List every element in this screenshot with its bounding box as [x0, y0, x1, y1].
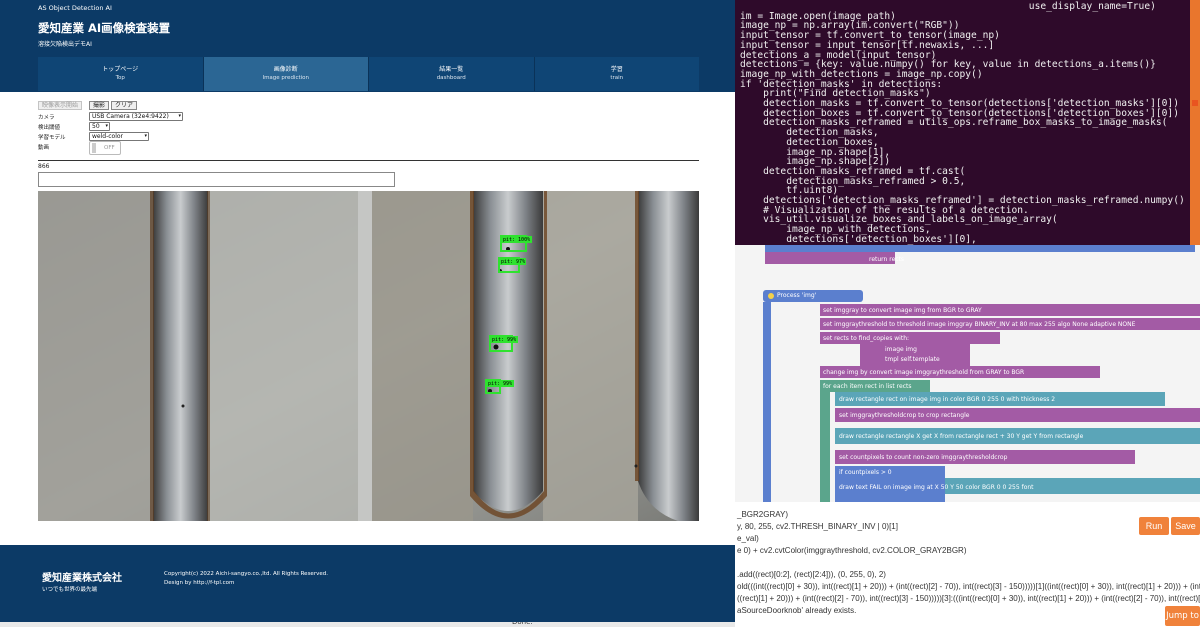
nav-tab-label: 結果一覧: [439, 66, 464, 73]
toggle-state: OFF: [104, 145, 115, 151]
blockly-row-label: tmpl self.template: [885, 356, 940, 363]
nav-tab-image-prediction[interactable]: 画像診断 Image prediction: [203, 57, 369, 91]
nav-tab-top[interactable]: トップページ Top: [38, 57, 204, 91]
model-label: 学習モデル: [38, 135, 66, 141]
threshold-select[interactable]: 50 ▾: [89, 122, 110, 131]
blockly-row-label: change img by convert image imggraythres…: [823, 369, 1025, 376]
console-line: e 0) + cv2.cvtColor(imggraythreshold, cv…: [737, 546, 967, 555]
browser-window: AS Object Detection AI 愛知産業 AI画像検査装置 溶接欠…: [0, 0, 735, 622]
console-line: e_val): [737, 534, 759, 543]
blockly-block-process-body: [763, 302, 771, 502]
jump-to-button[interactable]: Jump to: [1165, 606, 1200, 626]
divider: [38, 160, 699, 161]
detection-label: pit: 99%: [488, 381, 513, 387]
terminal-code: use_display_name=True) im = Image.open(i…: [740, 1, 1185, 245]
result-count: 866: [38, 163, 50, 170]
blockly-row-label: draw rectangle rect on image img in colo…: [839, 396, 1056, 403]
console-line: .add((rect)[0:2], (rect)[2:4])), (0, 255…: [737, 570, 886, 579]
window-title: AS Object Detection AI: [38, 4, 112, 12]
blockly-row-label: for each item rect in list rects: [823, 383, 912, 390]
weld-image-svg: [38, 191, 699, 521]
blockly-row-label: set imggraythreshold to threshold image …: [823, 321, 1136, 328]
toggle-knob: [92, 143, 96, 153]
site-footer: 愛知産業株式会社 いつでも世界の最先端 Copyright(c) 2022 Ai…: [0, 545, 735, 622]
model-select-value: weld-color: [92, 133, 124, 140]
blockly-process-label: Process 'img': [777, 292, 817, 299]
output-console: _BGR2GRAY) y, 80, 255, cv2.THRESH_BINARY…: [735, 502, 1200, 627]
footer-copyright: Copyright(c) 2022 Aichi-sangyo.co.,ltd. …: [164, 570, 328, 588]
blockly-row-label: set imggraythresholdcrop to crop rectang…: [839, 412, 970, 419]
capture-button[interactable]: 撮影: [89, 101, 110, 110]
copyright-text: Copyright(c) 2022 Aichi-sangyo.co.,ltd. …: [164, 571, 328, 577]
blockly-row-label: draw text FAIL on image img at X 50 Y 50…: [839, 484, 1034, 491]
console-line: old(((int((rect)[0] + 30)), int((rect)[1…: [737, 582, 1200, 591]
video-label: 動画: [38, 145, 50, 151]
terminal-window[interactable]: use_display_name=True) im = Image.open(i…: [735, 0, 1200, 245]
design-credit[interactable]: Design by http://f-tpl.com: [164, 579, 328, 588]
inspection-image: pit: 100% pit: 97% pit: 99% pit: 99%: [38, 191, 699, 521]
blockly-row-label: image img: [885, 346, 917, 353]
result-textarea[interactable]: [38, 172, 395, 187]
site-header: AS Object Detection AI 愛知産業 AI画像検査装置 溶接欠…: [0, 0, 735, 92]
chevron-down-icon: ▾: [144, 133, 147, 139]
detection-label: pit: 99%: [492, 337, 517, 343]
blockly-row-label: set imggray to convert image img from BG…: [823, 307, 982, 314]
video-start-button[interactable]: 映像表示開始: [38, 101, 83, 110]
detection-label: pit: 97%: [501, 259, 526, 265]
run-button[interactable]: Run: [1139, 517, 1169, 535]
clear-button[interactable]: クリア: [111, 101, 138, 110]
nav-tab-label: トップページ: [102, 66, 139, 73]
launcher-strip: [1190, 0, 1200, 245]
ubuntu-icon: [1192, 100, 1198, 106]
blockly-row-label: draw rectangle rectangle X get X from re…: [839, 433, 1084, 440]
save-button[interactable]: Save: [1171, 517, 1200, 535]
nav-tab-label: 画像診断: [273, 66, 298, 73]
blockly-loop-body: [820, 392, 830, 502]
camera-select[interactable]: USB Camera (32e4:9422) ▾: [89, 112, 183, 121]
camera-label: カメラ: [38, 115, 55, 121]
main-nav: トップページ Top 画像診断 Image prediction 結果一覧 da…: [38, 57, 699, 91]
video-toggle[interactable]: OFF: [89, 141, 121, 155]
blockly-row-label: if countpixels > 0: [839, 469, 892, 476]
nav-tab-sub: Top: [115, 75, 125, 81]
page-title: 愛知産業 AI画像検査装置: [38, 21, 171, 35]
console-line: y, 80, 255, cv2.THRESH_BINARY_INV | 0)[1…: [737, 522, 898, 531]
blockly-row-label: set rects to find_copies with:: [823, 335, 910, 342]
nav-tab-sub: dashboard: [436, 75, 466, 81]
detection-label: pit: 100%: [503, 237, 531, 243]
camera-select-value: USB Camera (32e4:9422): [92, 113, 169, 120]
blockly-row-label: return rects: [869, 256, 905, 263]
blockly-workspace[interactable]: Process 'img' set imggray to convert ima…: [735, 240, 1200, 502]
page-subtitle: 溶接欠陥検出デモAI: [38, 41, 92, 48]
nav-tab-dashboard[interactable]: 結果一覧 dashboard: [369, 57, 535, 91]
nav-tab-label: 学習: [610, 66, 623, 73]
chevron-down-icon: ▾: [105, 123, 108, 129]
nav-tab-sub: train: [610, 75, 624, 81]
chevron-down-icon: ▾: [178, 113, 181, 119]
console-line: aSourceDoorknob' already exists.: [737, 606, 857, 615]
nav-tab-sub: Image prediction: [262, 75, 310, 81]
footer-company: 愛知産業株式会社: [42, 573, 122, 584]
console-line: ((rect)[1] + 20))) + (int((rect)[2] - 70…: [737, 594, 1200, 603]
footer-tagline: いつでも世界の最先端: [42, 587, 98, 593]
console-line: _BGR2GRAY): [737, 510, 788, 519]
threshold-select-value: 50: [92, 123, 100, 130]
blockly-row-label: set countpixels to count non-zero imggra…: [839, 454, 1008, 461]
threshold-label: 検出閾値: [38, 125, 61, 131]
model-select[interactable]: weld-color ▾: [89, 132, 149, 141]
nav-tab-train[interactable]: 学習 train: [534, 57, 699, 91]
